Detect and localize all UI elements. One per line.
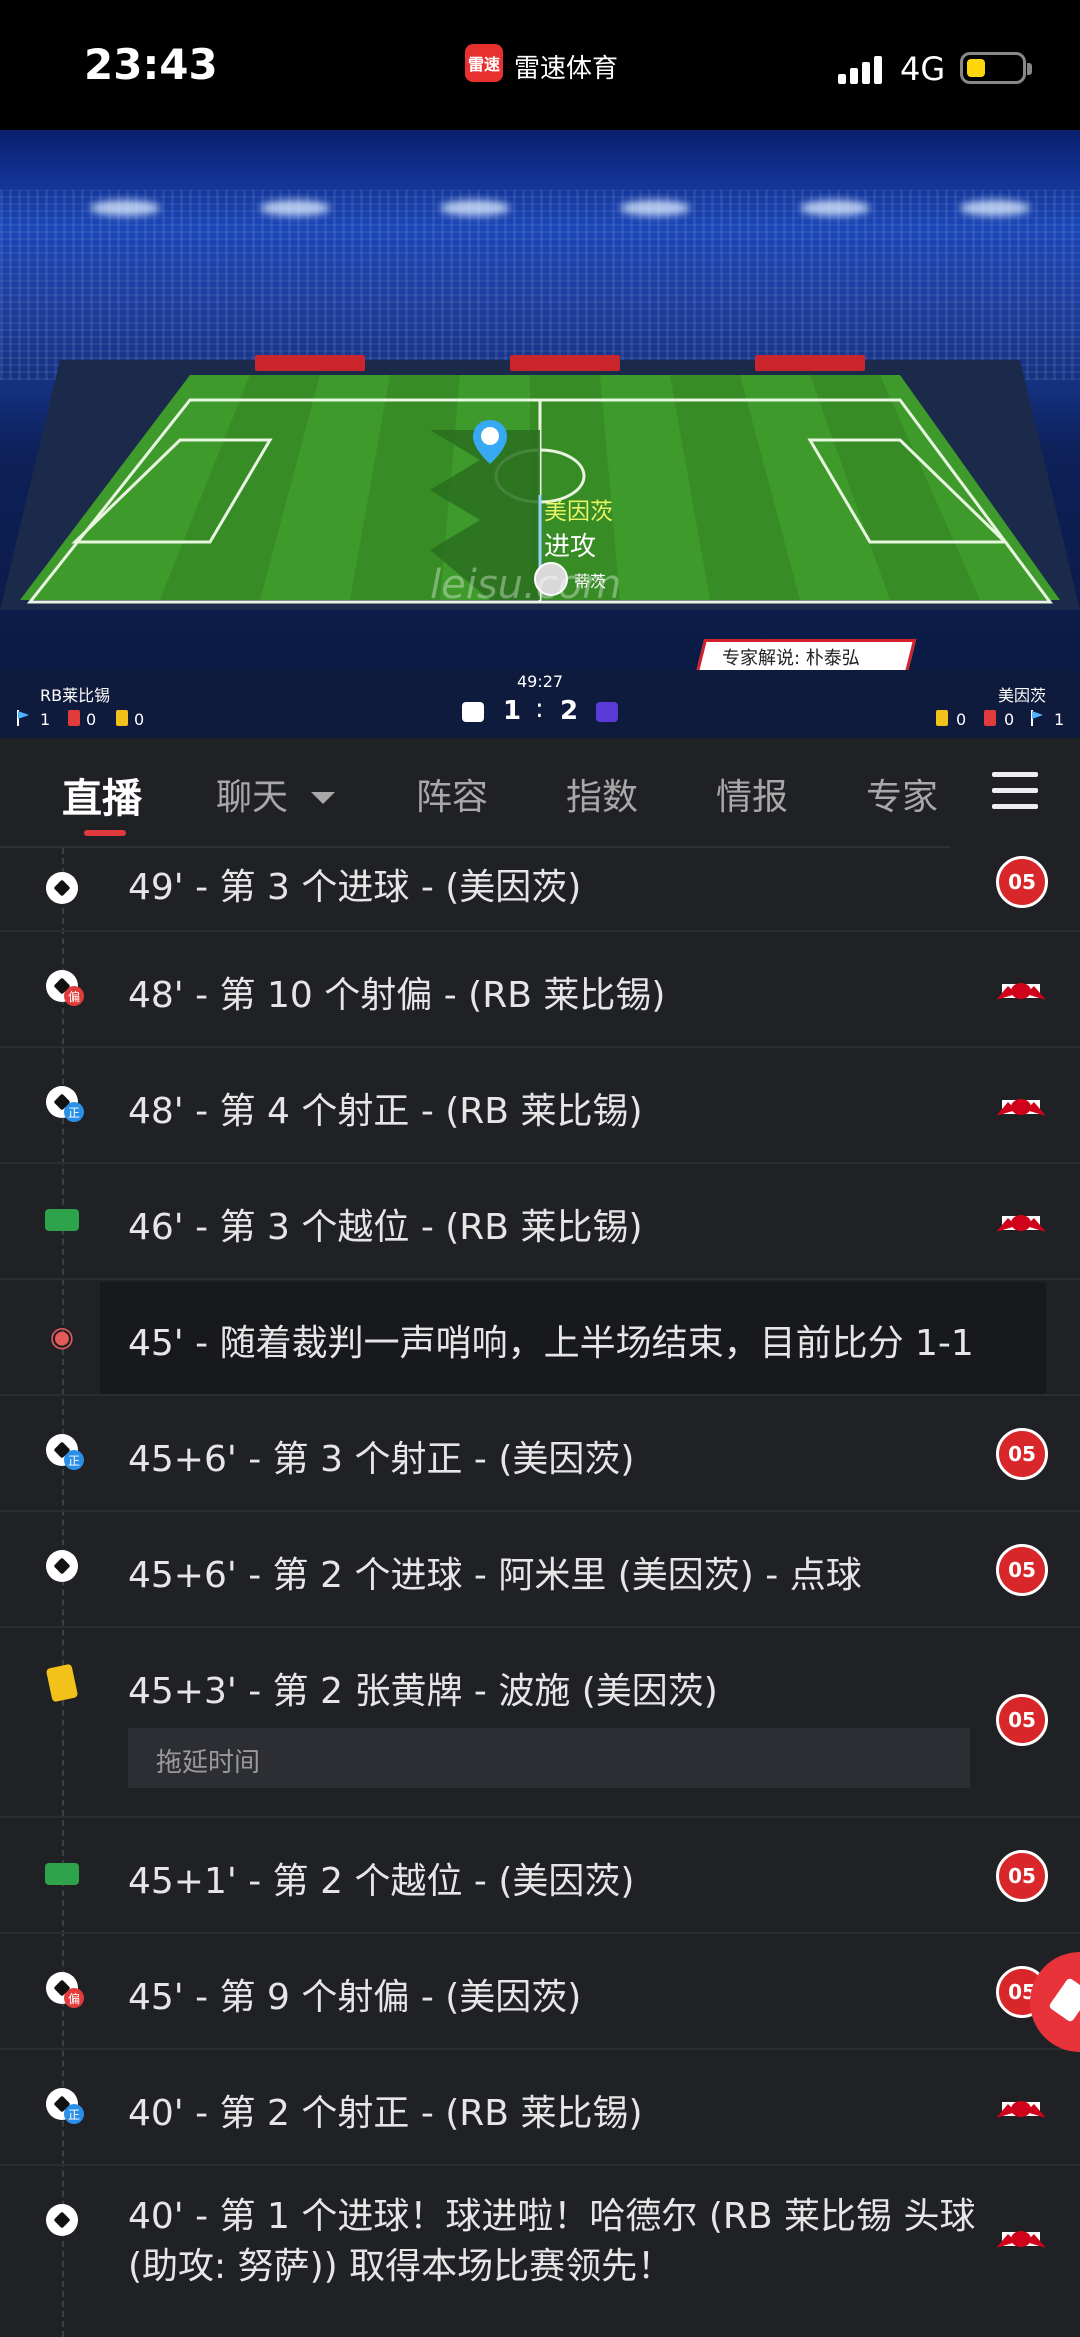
home-red-cards: 0 [86, 710, 97, 729]
event-text: 40' - 第 2 个射正 - (RB 莱比锡) [128, 2093, 643, 2134]
whistle-icon: ◉ [49, 1319, 75, 1353]
list-item[interactable]: 偏 45' - 第 9 个射偏 - (美因茨) 05 [0, 1934, 1080, 2050]
event-text: 45' - 第 9 个射偏 - (美因茨) [128, 1977, 582, 2018]
home-kit-icon [462, 702, 484, 722]
shot-on-target-icon: 正 [46, 1434, 84, 1470]
list-item[interactable]: 40' - 第 1 个进球！球进啦！哈德尔 (RB 莱比锡 头球 (助攻: 努萨… [0, 2166, 1080, 2337]
event-text: 45+3' - 第 2 张黄牌 - 波施 (美因茨) [128, 1671, 718, 1712]
away-yellow-cards: 0 [956, 710, 967, 729]
active-tab-indicator [84, 830, 126, 836]
app-logo-icon: 雷速 [465, 44, 503, 82]
event-text: 45' - 随着裁判一声哨响，上半场结束，目前比分 1-1 [128, 1323, 974, 1364]
battery-icon [960, 52, 1032, 84]
goal-icon [46, 872, 78, 904]
menu-icon[interactable] [992, 772, 1038, 810]
home-yellow-cards: 0 [134, 710, 145, 729]
yellow-card-icon [936, 710, 948, 726]
list-item[interactable]: 45+6' - 第 2 个进球 - 阿米里 (美因茨) - 点球 05 [0, 1512, 1080, 1628]
mainz-logo-icon: 05 [996, 1850, 1048, 1902]
away-score: 2 [560, 696, 579, 726]
corner-flag-icon [1031, 710, 1043, 726]
home-score: 1 [503, 696, 522, 726]
yellow-card-icon [45, 1663, 79, 1703]
event-text: 45+6' - 第 2 个进球 - 阿米里 (美因茨) - 点球 [128, 1555, 862, 1596]
tab-intel[interactable]: 情报 [716, 768, 788, 820]
mainz-logo-icon: 05 [996, 1428, 1048, 1480]
shot-on-target-icon: 正 [46, 2088, 84, 2124]
shot-off-target-icon: 偏 [46, 970, 84, 1006]
rb-leipzig-logo-icon [996, 2101, 1046, 2118]
corner-flag-icon [17, 710, 29, 726]
list-item[interactable]: 正 40' - 第 2 个射正 - (RB 莱比锡) [0, 2050, 1080, 2166]
list-item[interactable]: 45+3' - 第 2 张黄牌 - 波施 (美因茨) 拖延时间 05 [0, 1628, 1080, 1818]
app-name: 雷速体育 [514, 54, 619, 84]
rb-leipzig-logo-icon [996, 2231, 1046, 2248]
tab-bar: 直播 聊天 阵容 指数 情报 专家 [0, 738, 1080, 848]
event-text: 48' - 第 4 个射正 - (RB 莱比锡) [128, 1091, 643, 1132]
rb-leipzig-logo-icon [996, 983, 1046, 1000]
goal-icon [46, 1550, 78, 1582]
event-text: 40' - 第 1 个进球！球进啦！哈德尔 (RB 莱比锡 头球 (助攻: 努萨… [128, 2196, 976, 2287]
scoreboard: RB莱比锡 49:27 美因茨 1 : 2 1 0 0 0 0 1 [0, 670, 1080, 738]
tab-live[interactable]: 直播 [62, 766, 142, 824]
yellow-card-icon [116, 710, 128, 726]
event-text: 45+6' - 第 3 个射正 - (美因茨) [128, 1439, 635, 1480]
mainz-logo-icon: 05 [996, 1694, 1048, 1746]
event-text: 49' - 第 3 个进球 - (美因茨) [128, 867, 582, 908]
watermark: leisu.com [430, 562, 622, 608]
rb-leipzig-logo-icon [996, 1099, 1046, 1116]
expert-commentary[interactable]: 专家解说: 朴泰弘 [722, 644, 860, 670]
live-event-feed[interactable]: 49' - 第 3 个进球 - (美因茨) 05 偏 48' - 第 10 个射… [0, 848, 1080, 2337]
rb-leipzig-logo-icon [996, 1215, 1046, 1232]
event-text: 48' - 第 10 个射偏 - (RB 莱比锡) [128, 975, 666, 1016]
score-separator: : [535, 694, 544, 724]
list-item[interactable]: 正 48' - 第 4 个射正 - (RB 莱比锡) [0, 1048, 1080, 1164]
event-text: 45+1' - 第 2 个越位 - (美因茨) [128, 1861, 635, 1902]
mainz-logo-icon: 05 [996, 1544, 1048, 1596]
match-clock: 49:27 [516, 672, 564, 691]
chevron-down-icon[interactable] [311, 792, 335, 804]
tab-lineup[interactable]: 阵容 [416, 768, 488, 820]
event-team: 美因茨 [544, 499, 613, 525]
offside-icon [45, 1209, 79, 1231]
tab-odds[interactable]: 指数 [566, 768, 638, 820]
event-action: 进攻 [544, 532, 597, 562]
shot-off-target-icon: 偏 [46, 1972, 84, 2008]
shot-on-target-icon: 正 [46, 1086, 84, 1122]
away-corners: 1 [1054, 710, 1065, 729]
tab-experts[interactable]: 专家 [866, 768, 938, 820]
cellular-signal-icon [838, 54, 884, 84]
list-item[interactable]: 偏 48' - 第 10 个射偏 - (RB 莱比锡) [0, 932, 1080, 1048]
event-text: 46' - 第 3 个越位 - (RB 莱比锡) [128, 1207, 643, 1248]
red-card-icon [984, 710, 996, 726]
away-team-name: 美因茨 [997, 686, 1046, 705]
ball-location-icon [473, 420, 507, 464]
mainz-logo-icon: 05 [996, 856, 1048, 908]
offside-icon [45, 1863, 79, 1885]
live-match-animation[interactable]: 美因茨 进攻 蒂茨 leisu.com 专家解说: 朴泰弘 [0, 130, 1080, 670]
list-item[interactable]: 46' - 第 3 个越位 - (RB 莱比锡) [0, 1164, 1080, 1280]
tab-chat[interactable]: 聊天 [216, 768, 288, 820]
event-note: 拖延时间 [128, 1728, 970, 1788]
goal-icon [46, 2204, 78, 2236]
status-bar: 23:43 雷速 雷速体育 4G [0, 0, 1080, 130]
list-item[interactable]: ◉ 45' - 随着裁判一声哨响，上半场结束，目前比分 1-1 [0, 1280, 1080, 1396]
list-item[interactable]: 45+1' - 第 2 个越位 - (美因茨) 05 [0, 1818, 1080, 1934]
list-item[interactable]: 正 45+6' - 第 3 个射正 - (美因茨) 05 [0, 1396, 1080, 1512]
away-red-cards: 0 [1004, 710, 1015, 729]
status-time: 23:43 [84, 40, 218, 89]
red-card-icon [68, 710, 80, 726]
network-type: 4G [900, 50, 946, 88]
home-corners: 1 [40, 710, 51, 729]
list-item[interactable]: 49' - 第 3 个进球 - (美因茨) 05 [0, 848, 1080, 932]
away-kit-icon [596, 702, 618, 722]
